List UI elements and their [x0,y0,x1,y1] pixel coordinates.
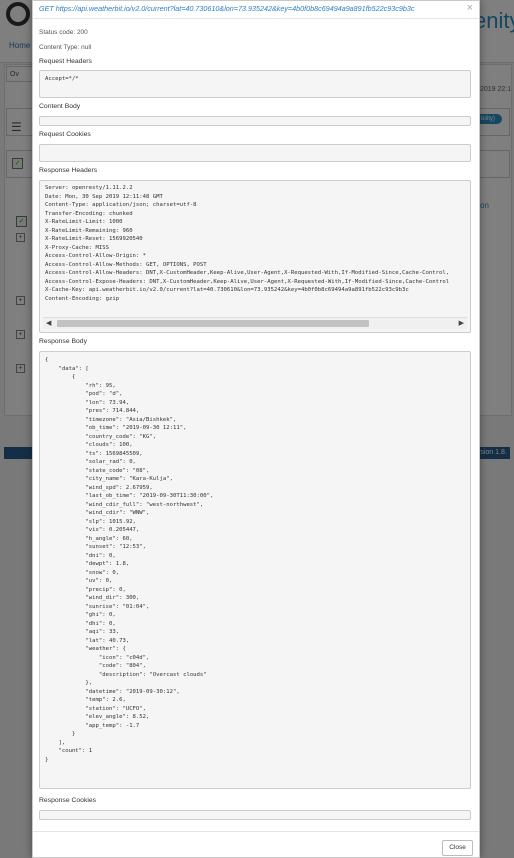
modal-title: GET https://api.weatherbit.io/v2.0/curre… [39,4,415,13]
close-icon[interactable]: × [467,2,473,14]
response-body-box[interactable]: { "data": [ { "rh": 95, "pod": "d", "lon… [39,351,471,789]
request-headers-label: Request Headers [39,58,92,65]
status-code: Status code: 200 [39,29,88,36]
response-cookies-label: Response Cookies [39,797,97,804]
close-button[interactable]: Close [442,840,473,856]
response-headers-text: Server: openresty/1.11.2.2 Date: Mon, 30… [45,185,450,302]
request-cookies-label: Request Cookies [39,131,91,138]
response-cookies-box[interactable] [39,810,471,820]
request-cookies-box[interactable] [39,144,471,162]
scroll-right-icon[interactable]: ▶ [459,319,464,327]
response-headers-label: Response Headers [39,167,98,174]
content-body-label: Content Body [39,103,81,110]
modal-header: GET https://api.weatherbit.io/v2.0/curre… [33,1,479,19]
response-headers-box[interactable]: Server: openresty/1.11.2.2 Date: Mon, 30… [39,180,471,333]
request-headers-box[interactable]: Accept=*/* [39,70,471,98]
scrollbar-thumb[interactable] [57,320,369,327]
request-details-modal: GET https://api.weatherbit.io/v2.0/curre… [32,0,480,858]
modal-footer-divider [33,831,479,832]
response-body-label: Response Body [39,338,87,345]
request-headers-value: Accept=*/* [45,76,79,82]
content-body-box[interactable] [39,116,471,126]
content-type: Content Type: null [39,44,92,51]
response-body-text: { "data": [ { "rh": 95, "pod": "d", "lon… [45,357,214,763]
horizontal-scrollbar[interactable]: ◀ ▶ [43,317,467,329]
scroll-left-icon[interactable]: ◀ [46,319,51,327]
